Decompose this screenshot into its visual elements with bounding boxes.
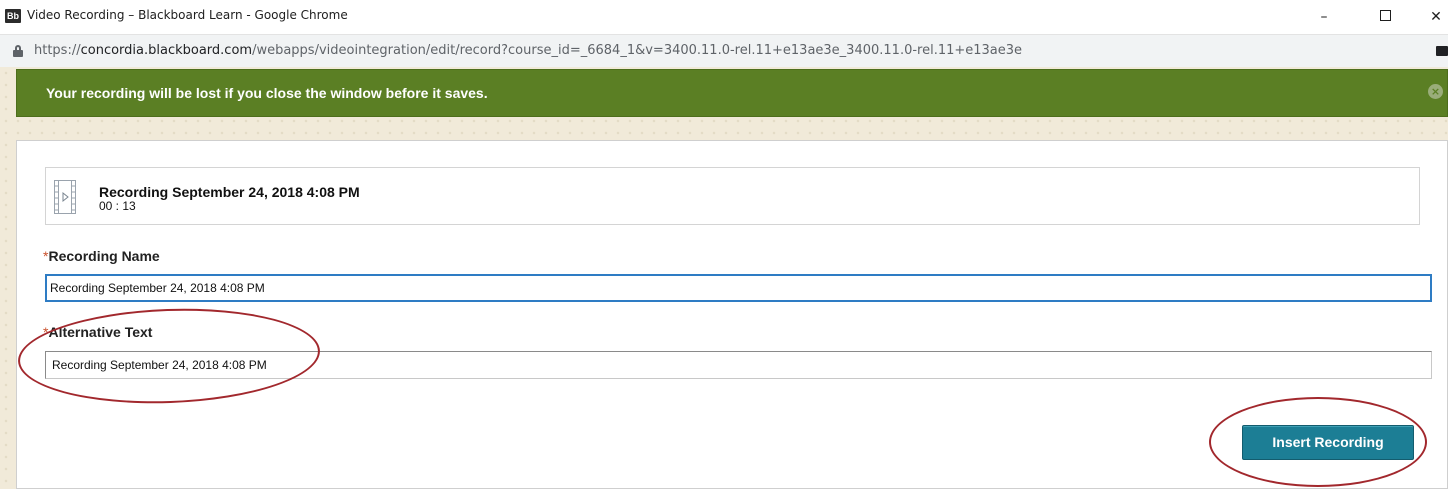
recording-panel: Recording September 24, 2018 4:08 PM 00 … bbox=[16, 140, 1448, 489]
lock-icon[interactable] bbox=[13, 45, 23, 57]
recording-name-input[interactable]: Recording September 24, 2018 4:08 PM bbox=[45, 274, 1432, 302]
close-window-button[interactable]: ✕ bbox=[1413, 0, 1448, 34]
recording-name-label: *Recording Name bbox=[43, 248, 160, 264]
window-title-bar: Bb Video Recording – Blackboard Learn - … bbox=[0, 0, 1448, 34]
blackboard-logo-icon: Bb bbox=[5, 9, 21, 23]
minimize-button[interactable]: – bbox=[1301, 0, 1347, 34]
banner-message: Your recording will be lost if you close… bbox=[46, 85, 488, 101]
video-file-icon bbox=[54, 180, 76, 214]
url-scheme: https:// bbox=[34, 43, 81, 58]
url-host: concordia.blackboard.com bbox=[80, 43, 253, 58]
page-content: Your recording will be lost if you close… bbox=[0, 67, 1448, 489]
recording-duration: 00 : 13 bbox=[99, 199, 136, 213]
address-bar[interactable]: https://concordia.blackboard.com/webapps… bbox=[0, 34, 1448, 67]
alternative-text-input[interactable]: Recording September 24, 2018 4:08 PM bbox=[45, 351, 1432, 379]
alternative-text-label: *Alternative Text bbox=[43, 324, 152, 340]
recording-title: Recording September 24, 2018 4:08 PM bbox=[99, 184, 360, 200]
window-title: Video Recording – Blackboard Learn - Goo… bbox=[27, 8, 348, 22]
recording-name-label-text: Recording Name bbox=[48, 248, 160, 264]
maximize-button[interactable] bbox=[1362, 0, 1408, 34]
recording-summary: Recording September 24, 2018 4:08 PM 00 … bbox=[45, 167, 1420, 225]
url-text[interactable]: https://concordia.blackboard.com/webapps… bbox=[34, 43, 1022, 58]
alternative-text-label-text: Alternative Text bbox=[48, 324, 153, 340]
url-path: /webapps/videointegration/edit/record?co… bbox=[252, 43, 1023, 58]
insert-recording-button[interactable]: Insert Recording bbox=[1242, 425, 1414, 460]
maximize-icon bbox=[1379, 10, 1391, 21]
warning-banner: Your recording will be lost if you close… bbox=[16, 69, 1448, 117]
extension-icon[interactable] bbox=[1436, 46, 1448, 56]
close-circle-icon[interactable]: × bbox=[1428, 84, 1443, 99]
